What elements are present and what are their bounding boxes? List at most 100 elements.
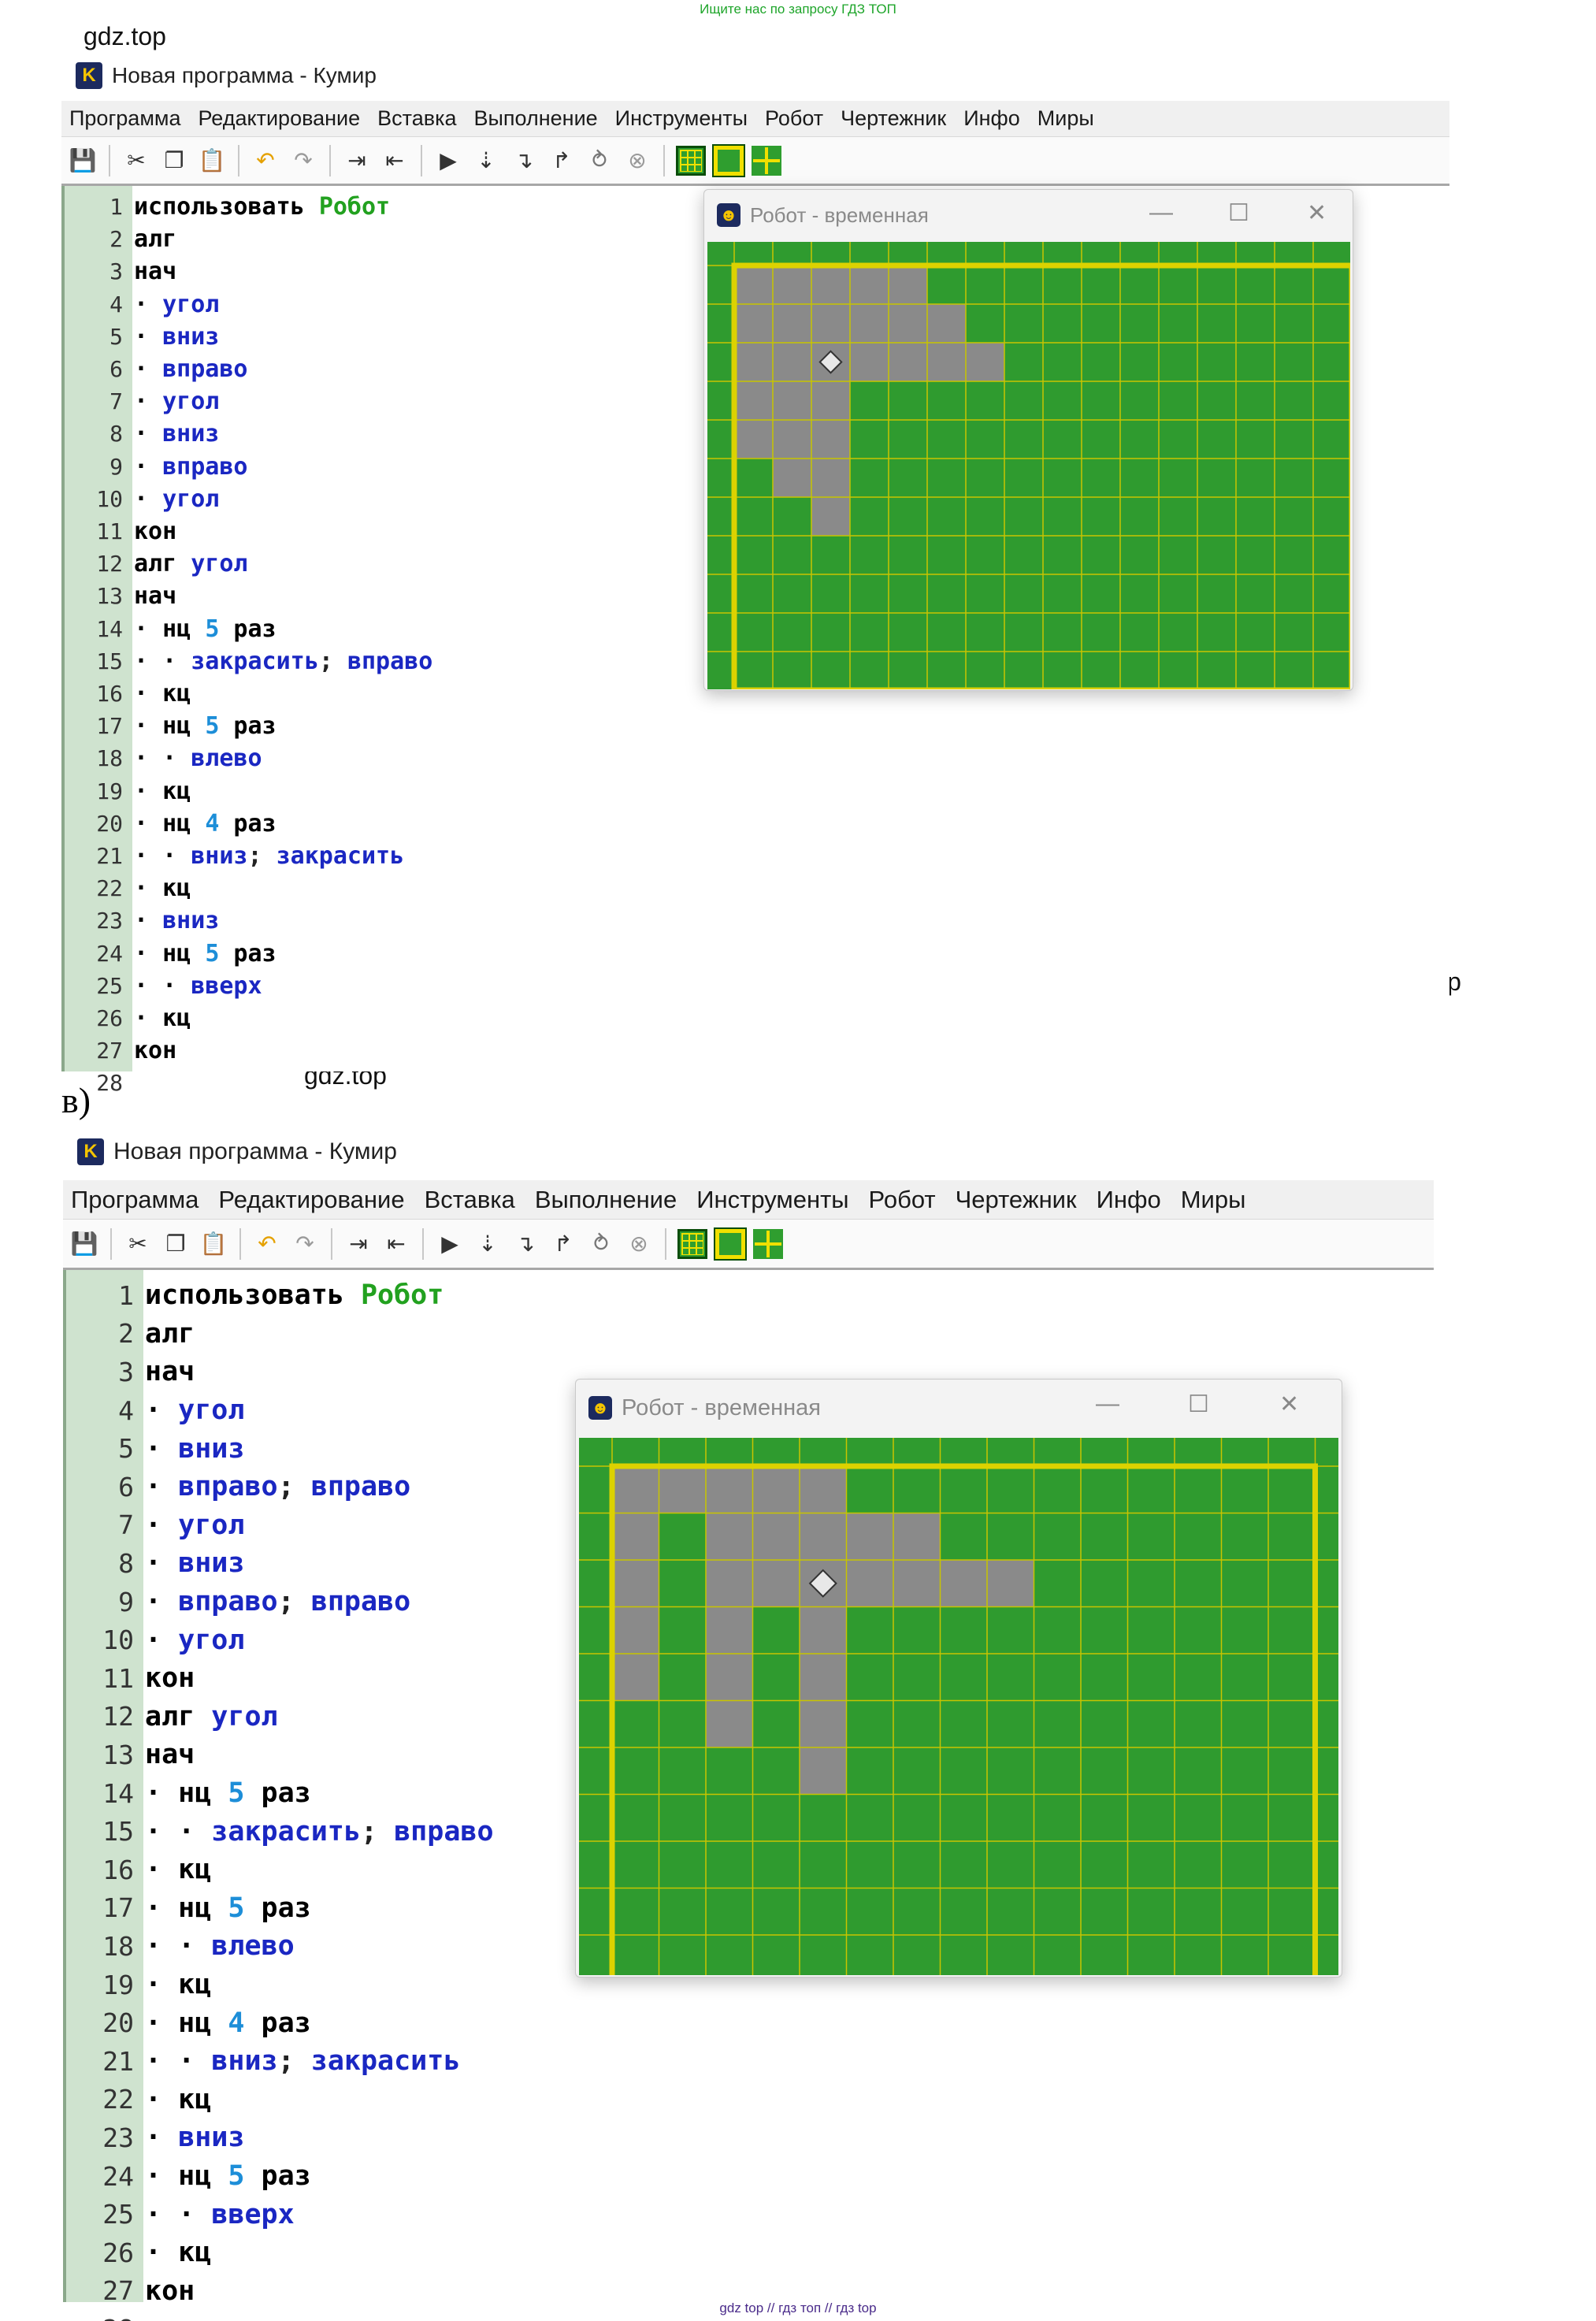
menu-item[interactable]: Чертежник [841,106,946,131]
robot-command: угол [191,550,248,578]
code-line: 20 · нц 4 раз [61,808,276,840]
copy-icon[interactable]: ❐ [159,146,189,176]
run-icon[interactable]: ▶ [435,1229,465,1259]
step-in-icon[interactable]: ↴ [509,146,539,176]
code-line: 3 нач [61,255,176,288]
toolbar-separator [109,144,110,176]
keyword: · [145,1547,179,1580]
line-number: 26 [96,1005,123,1032]
line-number: 13 [96,583,123,610]
step-icon[interactable]: ⇣ [471,146,501,176]
keyword: ; [318,647,347,675]
menu-item[interactable]: Инструменты [696,1186,848,1214]
painted-cell [811,497,850,536]
menu-item[interactable]: Вставка [377,106,456,131]
robot-frame-icon[interactable] [714,1227,747,1261]
menu-item[interactable]: Чертежник [956,1186,1077,1214]
code-line: 21 · · вниз; закрасить [63,2042,460,2081]
step-in-icon[interactable]: ↴ [510,1229,540,1259]
step-out-icon[interactable]: ↱ [547,146,577,176]
painted-cell [773,304,811,343]
redo-icon[interactable]: ↷ [288,146,318,176]
robot-command: вниз [178,1547,245,1580]
robot-cross-icon[interactable] [753,1228,783,1259]
line-number: 21 [96,843,123,870]
copy-icon[interactable]: ❐ [161,1229,191,1259]
robot-field-a [707,242,1350,689]
keyword: · [145,1624,179,1656]
stop-icon[interactable]: ⊗ [622,146,652,176]
paste-icon[interactable]: 📋 [199,1229,228,1259]
number-literal: 5 [228,1777,245,1810]
menu-item[interactable]: Инфо [963,106,1020,131]
step-icon[interactable]: ⇣ [473,1229,503,1259]
redo-icon[interactable]: ↷ [290,1229,320,1259]
cut-icon[interactable]: ✂ [123,1229,153,1259]
close-button[interactable]: ✕ [1307,199,1327,227]
close-button[interactable]: ✕ [1279,1391,1299,1418]
menu-item[interactable]: Миры [1181,1186,1246,1214]
undo-icon[interactable]: ↶ [251,146,280,176]
robot-grid-icon[interactable] [677,1228,707,1259]
minimize-button[interactable]: — [1096,1391,1119,1417]
line-number: 25 [102,2199,134,2230]
menu-item[interactable]: Редактирование [218,1186,404,1214]
line-number: 24 [102,2160,134,2192]
painted-cell [612,1466,659,1513]
robot-frame-icon[interactable] [712,143,745,177]
debug-icon[interactable]: ⥁ [585,146,614,176]
robot-grid-icon[interactable] [676,145,706,176]
line-number: 21 [102,2045,134,2077]
robot-command: вверх [211,2198,295,2230]
menu-item[interactable]: Инфо [1097,1186,1161,1214]
stop-icon[interactable]: ⊗ [624,1229,654,1259]
minimize-button[interactable]: — [1149,199,1173,226]
keyword: раз [244,2007,311,2039]
robot-face-icon: ☻ [717,203,740,227]
unindent-icon[interactable]: ⇤ [380,146,410,176]
save-icon[interactable]: 💾 [68,146,98,176]
menu-item[interactable]: Инструменты [615,106,748,131]
keyword: · · [134,971,191,1000]
menu-item[interactable]: Миры [1037,106,1094,131]
robot-window-title: Робот - временная [750,202,929,227]
undo-icon[interactable]: ↶ [252,1229,282,1259]
menu-item[interactable]: Программа [71,1186,199,1214]
step-out-icon[interactable]: ↱ [548,1229,578,1259]
code-line: 6 · вправо; вправо [63,1468,410,1506]
line-number: 3 [109,258,123,285]
robot-command: вправо [162,452,248,481]
indent-icon[interactable]: ⇥ [342,146,372,176]
painted-cell [752,1466,800,1513]
paste-icon[interactable]: 📋 [197,146,227,176]
menu-item[interactable]: Выполнение [535,1186,677,1214]
menu-item[interactable]: Вставка [425,1186,515,1214]
keyword: ; [247,842,277,871]
robot-cross-icon[interactable] [752,145,781,176]
painted-cell [893,1513,941,1560]
robot-window-a[interactable]: ☻ Робот - временная — ☐ ✕ [703,189,1353,691]
keyword: алг [134,225,177,254]
indent-icon[interactable]: ⇥ [343,1229,373,1259]
menu-item[interactable]: Программа [69,106,180,131]
keyword: · [134,907,163,935]
number-literal: 4 [228,2007,245,2039]
line-number: 4 [118,1394,134,1426]
save-icon[interactable]: 💾 [69,1229,99,1259]
code-line: 3 нач [63,1353,195,1391]
robot-command: вниз [211,2045,278,2078]
unindent-icon[interactable]: ⇤ [381,1229,411,1259]
menu-item[interactable]: Выполнение [474,106,598,131]
keyword: · [134,452,163,481]
maximize-button[interactable]: ☐ [1188,1391,1209,1418]
maximize-button[interactable]: ☐ [1228,199,1249,227]
debug-icon[interactable]: ⥁ [586,1229,616,1259]
menu-item[interactable]: Робот [869,1186,936,1214]
robot-command: вправо [347,647,433,675]
menu-item[interactable]: Редактирование [198,106,360,131]
painted-cell [800,1466,847,1513]
run-icon[interactable]: ▶ [433,146,463,176]
menu-item[interactable]: Робот [765,106,823,131]
cut-icon[interactable]: ✂ [121,146,151,176]
robot-window-b[interactable]: ☻ Робот - временная — ☐ ✕ [575,1379,1342,1977]
